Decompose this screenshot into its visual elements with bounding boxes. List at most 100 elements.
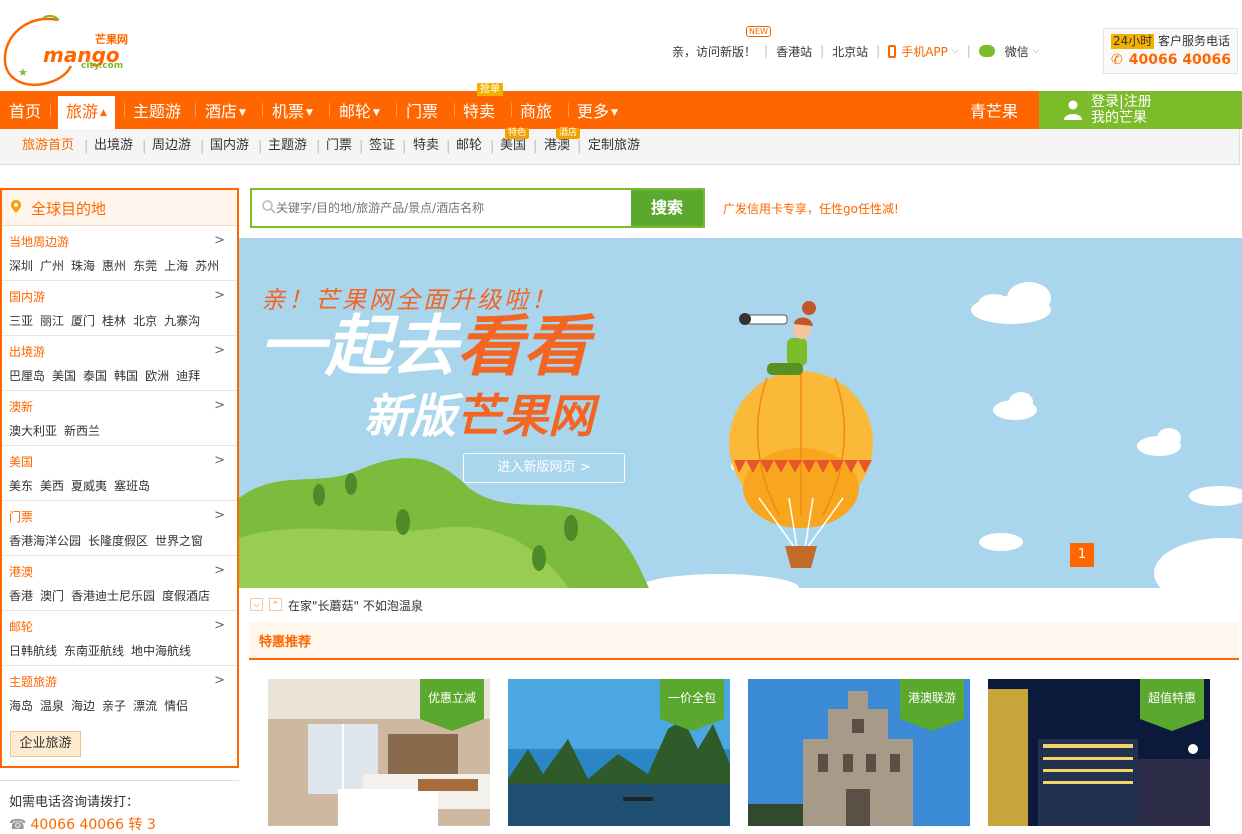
chevron-right-icon[interactable]: > bbox=[214, 508, 225, 523]
subnav-nearby[interactable]: 周边游 bbox=[152, 138, 191, 154]
subnav-visa[interactable]: 签证 bbox=[369, 138, 395, 154]
sidebar-city-link[interactable]: 澳门 bbox=[40, 589, 64, 603]
search-button[interactable]: 搜索 bbox=[631, 190, 703, 226]
my-mango-link[interactable]: 我的芒果 bbox=[1091, 110, 1152, 126]
nav-hotels[interactable]: 酒店 ▼ bbox=[205, 91, 246, 129]
sidebar-city-link[interactable]: 欧洲 bbox=[145, 369, 169, 383]
site-bj-link[interactable]: 北京站 bbox=[832, 43, 868, 60]
sidebar-category-title[interactable]: 国内游 bbox=[9, 290, 231, 304]
chevron-right-icon[interactable]: > bbox=[214, 343, 225, 358]
chevron-right-icon[interactable]: > bbox=[214, 453, 225, 468]
sidebar-category-title[interactable]: 港澳 bbox=[9, 565, 231, 579]
nav-specials[interactable]: 特卖 bbox=[463, 91, 495, 129]
sidebar-city-link[interactable]: 上海 bbox=[164, 259, 188, 273]
sidebar-city-link[interactable]: 九寨沟 bbox=[164, 314, 200, 328]
sidebar-city-link[interactable]: 香港 bbox=[9, 589, 33, 603]
hero-banner[interactable]: 亲！芒果网全面升级啦！ 一起去看看 新版芒果网 进入新版网页 > 1 bbox=[239, 238, 1242, 588]
subnav-tickets[interactable]: 门票 bbox=[326, 138, 352, 154]
sidebar-category-title[interactable]: 澳新 bbox=[9, 400, 231, 414]
subnav-custom-travel[interactable]: 定制旅游 bbox=[588, 138, 640, 154]
deal-card-hotel[interactable]: 优惠立减 bbox=[268, 679, 490, 826]
subnav-hk-macau[interactable]: 港澳 bbox=[544, 138, 570, 154]
greeting-link[interactable]: 亲，访问新版！ bbox=[672, 43, 756, 60]
sidebar-city-link[interactable]: 夏威夷 bbox=[71, 479, 107, 493]
subnav-domestic[interactable]: 国内游 bbox=[210, 138, 249, 154]
nav-theme-tours[interactable]: 主题游 bbox=[133, 91, 181, 129]
promo-link[interactable]: 广发信用卡专享，任性go任性减! bbox=[723, 200, 899, 217]
sidebar-city-link[interactable]: 珠海 bbox=[71, 259, 95, 273]
sidebar-city-link[interactable]: 亲子 bbox=[102, 699, 126, 713]
sidebar-city-link[interactable]: 香港海洋公园 bbox=[9, 534, 81, 548]
nav-more[interactable]: 更多 ▼ bbox=[577, 91, 618, 129]
sidebar-city-link[interactable]: 惠州 bbox=[102, 259, 126, 273]
sidebar-city-link[interactable]: 美东 bbox=[9, 479, 33, 493]
site-hk-link[interactable]: 香港站 bbox=[776, 43, 812, 60]
search-input[interactable] bbox=[276, 198, 626, 218]
nav-business[interactable]: 商旅 bbox=[520, 91, 552, 129]
sidebar-city-link[interactable]: 地中海航线 bbox=[131, 644, 191, 658]
news-headline[interactable]: 在家"长蘑菇" 不如泡温泉 bbox=[288, 597, 423, 614]
sidebar-city-link[interactable]: 度假酒店 bbox=[162, 589, 210, 603]
sidebar-category-title[interactable]: 出境游 bbox=[9, 345, 231, 359]
sidebar-city-link[interactable]: 澳大利亚 bbox=[9, 424, 57, 438]
chevron-right-icon[interactable]: > bbox=[214, 618, 225, 633]
sidebar-city-link[interactable]: 北京 bbox=[133, 314, 157, 328]
chevron-right-icon[interactable]: > bbox=[214, 233, 225, 248]
sidebar-city-link[interactable]: 东南亚航线 bbox=[64, 644, 124, 658]
mobile-app-link[interactable]: 手机APP bbox=[901, 43, 948, 60]
sidebar-city-link[interactable]: 日韩航线 bbox=[9, 644, 57, 658]
sidebar-category-title[interactable]: 邮轮 bbox=[9, 620, 231, 634]
chevron-right-icon[interactable]: > bbox=[214, 398, 225, 413]
chevron-right-icon[interactable]: > bbox=[214, 288, 225, 303]
subnav-usa[interactable]: 美国 bbox=[500, 138, 526, 154]
deal-card-karst[interactable]: 一价全包 bbox=[508, 679, 730, 826]
sidebar-city-link[interactable]: 巴厘岛 bbox=[9, 369, 45, 383]
sidebar-category-title[interactable]: 美国 bbox=[9, 455, 231, 469]
login-box[interactable]: 登录|注册 我的芒果 bbox=[1039, 91, 1242, 129]
news-down-arrow[interactable]: ⌵ bbox=[250, 598, 263, 611]
subnav-outbound[interactable]: 出境游 bbox=[94, 138, 133, 154]
nav-flights[interactable]: 机票 ▼ bbox=[272, 91, 313, 129]
sidebar-city-link[interactable]: 厦门 bbox=[71, 314, 95, 328]
sidebar-city-link[interactable]: 美国 bbox=[52, 369, 76, 383]
sidebar-city-link[interactable]: 塞班岛 bbox=[114, 479, 150, 493]
sidebar-city-link[interactable]: 温泉 bbox=[40, 699, 64, 713]
sidebar-category-title[interactable]: 门票 bbox=[9, 510, 231, 524]
sidebar-city-link[interactable]: 迪拜 bbox=[176, 369, 200, 383]
sidebar-city-link[interactable]: 新西兰 bbox=[64, 424, 100, 438]
corporate-travel-button[interactable]: 企业旅游 bbox=[10, 731, 81, 757]
sidebar-city-link[interactable]: 泰国 bbox=[83, 369, 107, 383]
sidebar-city-link[interactable]: 深圳 bbox=[9, 259, 33, 273]
nav-qing-mango[interactable]: 青芒果 bbox=[970, 91, 1018, 129]
nav-home[interactable]: 首页 bbox=[9, 91, 41, 129]
sidebar-city-link[interactable]: 东莞 bbox=[133, 259, 157, 273]
banner-page-indicator[interactable]: 1 bbox=[1070, 543, 1094, 567]
sidebar-city-link[interactable]: 海岛 bbox=[9, 699, 33, 713]
chevron-right-icon[interactable]: > bbox=[214, 673, 225, 688]
sidebar-city-link[interactable]: 桂林 bbox=[102, 314, 126, 328]
sidebar-city-link[interactable]: 情侣 bbox=[164, 699, 188, 713]
sidebar-category-title[interactable]: 当地周边游 bbox=[9, 235, 231, 249]
mango-logo[interactable]: ★ mango 芒果网 city.com bbox=[3, 14, 138, 88]
sidebar-category-title[interactable]: 主题旅游 bbox=[9, 675, 231, 689]
news-up-arrow[interactable]: ^ bbox=[269, 598, 282, 611]
deal-card-macau[interactable]: 港澳联游 bbox=[748, 679, 970, 826]
sidebar-city-link[interactable]: 香港迪士尼乐园 bbox=[71, 589, 155, 603]
nav-cruise[interactable]: 邮轮 ▼ bbox=[339, 91, 380, 129]
sidebar-city-link[interactable]: 韩国 bbox=[114, 369, 138, 383]
enter-new-site-button[interactable]: 进入新版网页 > bbox=[463, 453, 625, 483]
sidebar-city-link[interactable]: 世界之窗 bbox=[155, 534, 203, 548]
sidebar-city-link[interactable]: 漂流 bbox=[133, 699, 157, 713]
subnav-specials[interactable]: 特卖 bbox=[413, 138, 439, 154]
deal-card-night[interactable]: 超值特惠 bbox=[988, 679, 1210, 826]
nav-tickets[interactable]: 门票 bbox=[406, 91, 438, 129]
subnav-theme[interactable]: 主题游 bbox=[268, 138, 307, 154]
sidebar-city-link[interactable]: 长隆度假区 bbox=[88, 534, 148, 548]
wechat-link[interactable]: 微信 bbox=[1005, 43, 1029, 60]
sidebar-city-link[interactable]: 广州 bbox=[40, 259, 64, 273]
sidebar-city-link[interactable]: 苏州 bbox=[195, 259, 219, 273]
sidebar-city-link[interactable]: 海边 bbox=[71, 699, 95, 713]
subnav-cruise[interactable]: 邮轮 bbox=[456, 138, 482, 154]
subnav-travel-home[interactable]: 旅游首页 bbox=[22, 138, 74, 154]
sidebar-city-link[interactable]: 美西 bbox=[40, 479, 64, 493]
